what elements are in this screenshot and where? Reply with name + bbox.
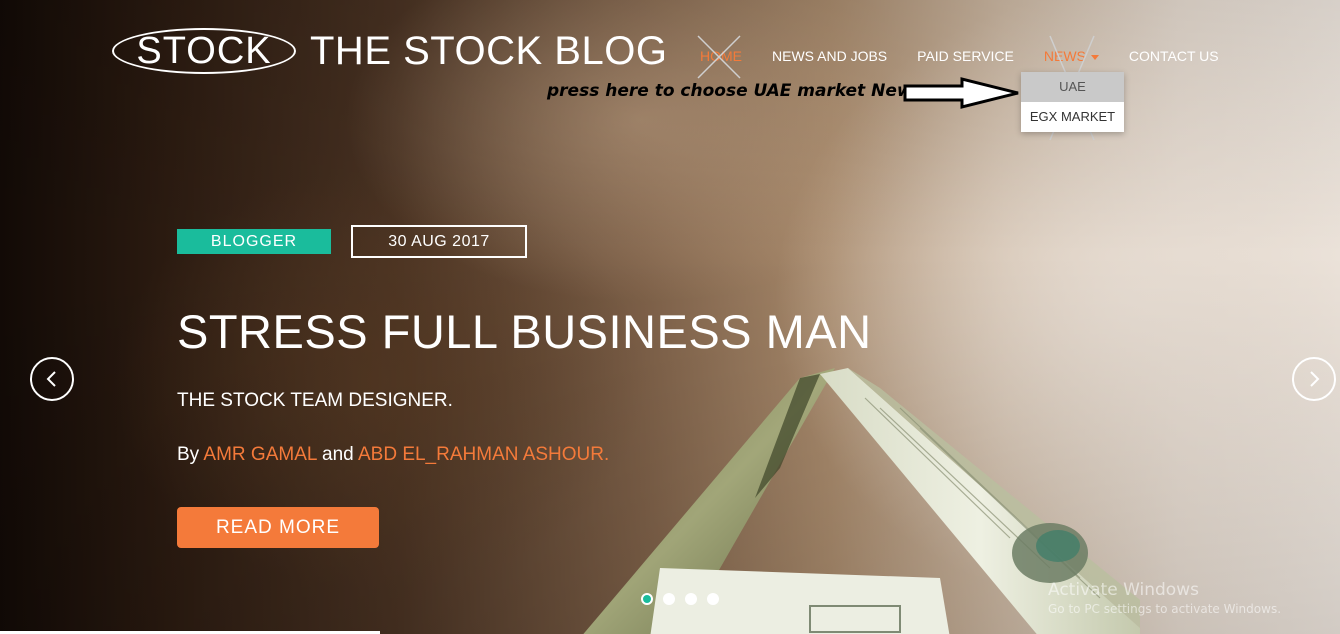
nav-news-and-jobs[interactable]: NEWS AND JOBS	[772, 48, 887, 64]
annotation-arrow-icon	[903, 77, 1019, 109]
site-logo[interactable]: STOCK THE STOCK BLOG	[112, 28, 667, 74]
post-date: 30 AUG 2017	[351, 225, 527, 258]
slide-headline: STRESS FULL BUSINESS MAN	[177, 305, 872, 358]
nav-home[interactable]: HOME	[700, 48, 742, 64]
carousel-dot-3[interactable]	[685, 593, 697, 605]
carousel-dot-2[interactable]	[663, 593, 675, 605]
main-nav: HOME NEWS AND JOBS PAID SERVICE NEWS CON…	[700, 48, 1249, 64]
chevron-left-icon	[46, 371, 56, 387]
and-word: and	[322, 444, 354, 465]
windows-activation-watermark: Activate Windows Go to PC settings to ac…	[1048, 580, 1281, 616]
logo-oval: STOCK	[112, 28, 296, 74]
news-dropdown-menu: UAE EGX MARKET	[1021, 72, 1124, 132]
carousel-indicators	[641, 593, 729, 605]
read-more-button[interactable]: READ MORE	[177, 507, 379, 548]
annotation-text: press here to choose UAE market News	[547, 81, 923, 101]
category-tag[interactable]: BLOGGER	[177, 229, 331, 254]
site-title: THE STOCK BLOG	[310, 28, 668, 73]
chevron-right-icon	[1310, 371, 1320, 387]
carousel-prev-button[interactable]	[30, 357, 74, 401]
nav-paid-service[interactable]: PAID SERVICE	[917, 48, 1014, 64]
nav-contact-us[interactable]: CONTACT US	[1129, 48, 1219, 64]
watermark-title: Activate Windows	[1048, 580, 1199, 600]
author-link-amr[interactable]: AMR GAMAL	[203, 444, 316, 465]
caret-down-icon	[1090, 54, 1099, 60]
dropdown-item-uae[interactable]: UAE	[1021, 72, 1124, 102]
hero-slider: STOCK THE STOCK BLOG HOME NEWS AND JOBS …	[0, 0, 1340, 634]
carousel-dot-1[interactable]	[641, 593, 653, 605]
author-link-abd[interactable]: ABD EL_RAHMAN ASHOUR.	[358, 444, 609, 465]
carousel-next-button[interactable]	[1292, 357, 1336, 401]
slide-subheading: THE STOCK TEAM DESIGNER.	[177, 390, 453, 411]
by-prefix: By	[177, 444, 200, 465]
watermark-subtitle: Go to PC settings to activate Windows.	[1048, 602, 1282, 616]
slide-byline: By AMR GAMAL and ABD EL_RAHMAN ASHOUR.	[177, 444, 609, 466]
dropdown-item-egx-market[interactable]: EGX MARKET	[1021, 102, 1124, 132]
nav-news[interactable]: NEWS	[1044, 48, 1099, 64]
carousel-dot-4[interactable]	[707, 593, 719, 605]
nav-news-label: NEWS	[1043, 48, 1086, 64]
